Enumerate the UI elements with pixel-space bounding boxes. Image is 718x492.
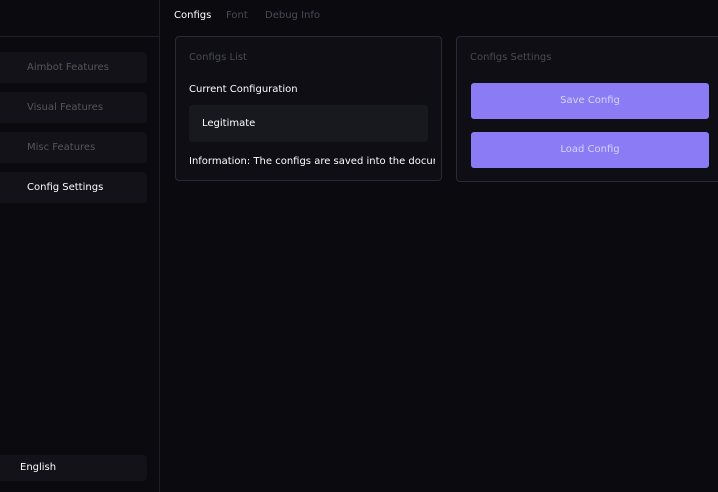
config-entry-legitimate[interactable]: Legitimate bbox=[189, 105, 428, 142]
tab-debug-info[interactable]: Debug Info bbox=[265, 10, 320, 21]
sidebar-divider bbox=[0, 36, 160, 37]
configs-list-title: Configs List bbox=[189, 52, 247, 63]
configs-settings-title: Configs Settings bbox=[470, 52, 552, 63]
app-window: Aimbot Features Visual Features Misc Fea… bbox=[0, 0, 718, 492]
sidebar-item-aimbot-features[interactable]: Aimbot Features bbox=[0, 52, 147, 83]
load-config-button[interactable]: Load Config bbox=[471, 132, 709, 168]
sidebar-item-visual-features[interactable]: Visual Features bbox=[0, 92, 147, 123]
tab-configs[interactable]: Configs bbox=[174, 10, 211, 21]
language-selector[interactable]: English bbox=[0, 455, 147, 481]
configs-settings-panel: Configs Settings Save Config Load Config bbox=[456, 36, 718, 182]
configs-info-text: Information: The configs are saved into … bbox=[189, 156, 435, 167]
tab-font[interactable]: Font bbox=[226, 10, 248, 21]
sidebar-item-config-settings[interactable]: Config Settings bbox=[0, 172, 147, 203]
sidebar-item-misc-features[interactable]: Misc Features bbox=[0, 132, 147, 163]
sidebar: Aimbot Features Visual Features Misc Fea… bbox=[0, 0, 160, 492]
configs-list-panel: Configs List Current Configuration Legit… bbox=[175, 36, 442, 181]
save-config-button[interactable]: Save Config bbox=[471, 83, 709, 119]
current-configuration-label: Current Configuration bbox=[189, 84, 298, 95]
